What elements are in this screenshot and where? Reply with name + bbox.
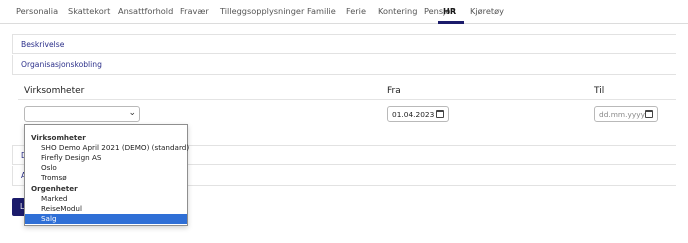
dropdown-group-orgenheter: Orgenheter — [31, 184, 78, 193]
dropdown-option[interactable]: ReiseModul — [25, 204, 187, 214]
fra-date-input[interactable]: 01.04.2023 — [387, 106, 449, 122]
tab-familie[interactable]: Familie — [307, 6, 336, 16]
chevron-down-icon: ⌄ — [128, 108, 136, 118]
virksomheter-dropdown-list: Virksomheter SHO Demo April 2021 (DEMO) … — [24, 124, 189, 226]
calendar-icon[interactable] — [645, 110, 653, 118]
tab-fravaer[interactable]: Fravær — [180, 6, 209, 16]
dropdown-option[interactable]: Marked — [25, 194, 187, 204]
tab-tilleggsopplysninger[interactable]: Tilleggsopplysninger — [220, 6, 304, 16]
tab-kontering[interactable]: Kontering — [378, 6, 417, 16]
header-divider — [18, 99, 676, 100]
tab-kjoretoy[interactable]: Kjøretøy — [470, 6, 504, 16]
fra-date-value: 01.04.2023 — [392, 110, 435, 119]
tab-ferie[interactable]: Ferie — [346, 6, 366, 16]
tab-hr[interactable]: HR — [443, 6, 456, 16]
section-beskrivelse: Beskrivelse — [12, 34, 676, 54]
column-header-virksomheter: Virksomheter — [24, 86, 85, 96]
tab-ansattforhold[interactable]: Ansattforhold — [118, 6, 173, 16]
active-tab-indicator — [438, 21, 464, 24]
tab-skattekort[interactable]: Skattekort — [68, 6, 110, 16]
column-header-til: Til — [594, 86, 605, 96]
dropdown-option-selected[interactable]: Salg — [25, 214, 187, 224]
til-date-placeholder: dd.mm.yyyy — [599, 110, 645, 119]
dropdown-group-virksomheter: Virksomheter — [31, 133, 86, 142]
organisasjonskobling-link[interactable]: Organisasjonskobling — [21, 60, 102, 69]
dropdown-option[interactable]: Oslo — [25, 163, 187, 173]
dropdown-option[interactable]: Tromsø — [25, 173, 187, 183]
til-date-input[interactable]: dd.mm.yyyy — [594, 106, 658, 122]
column-header-fra: Fra — [387, 86, 401, 96]
tab-bar: Personalia Skattekort Ansattforhold Frav… — [0, 0, 688, 24]
tab-personalia[interactable]: Personalia — [16, 6, 58, 16]
dropdown-option[interactable]: Firefly Design AS — [25, 153, 187, 163]
calendar-icon[interactable] — [436, 110, 444, 118]
beskrivelse-link[interactable]: Beskrivelse — [21, 40, 64, 49]
section-organisasjonskobling: Organisasjonskobling — [12, 55, 676, 75]
virksomheter-select[interactable]: ⌄ — [24, 106, 140, 122]
dropdown-option[interactable]: SHO Demo April 2021 (DEMO) (standard) — [25, 143, 189, 153]
